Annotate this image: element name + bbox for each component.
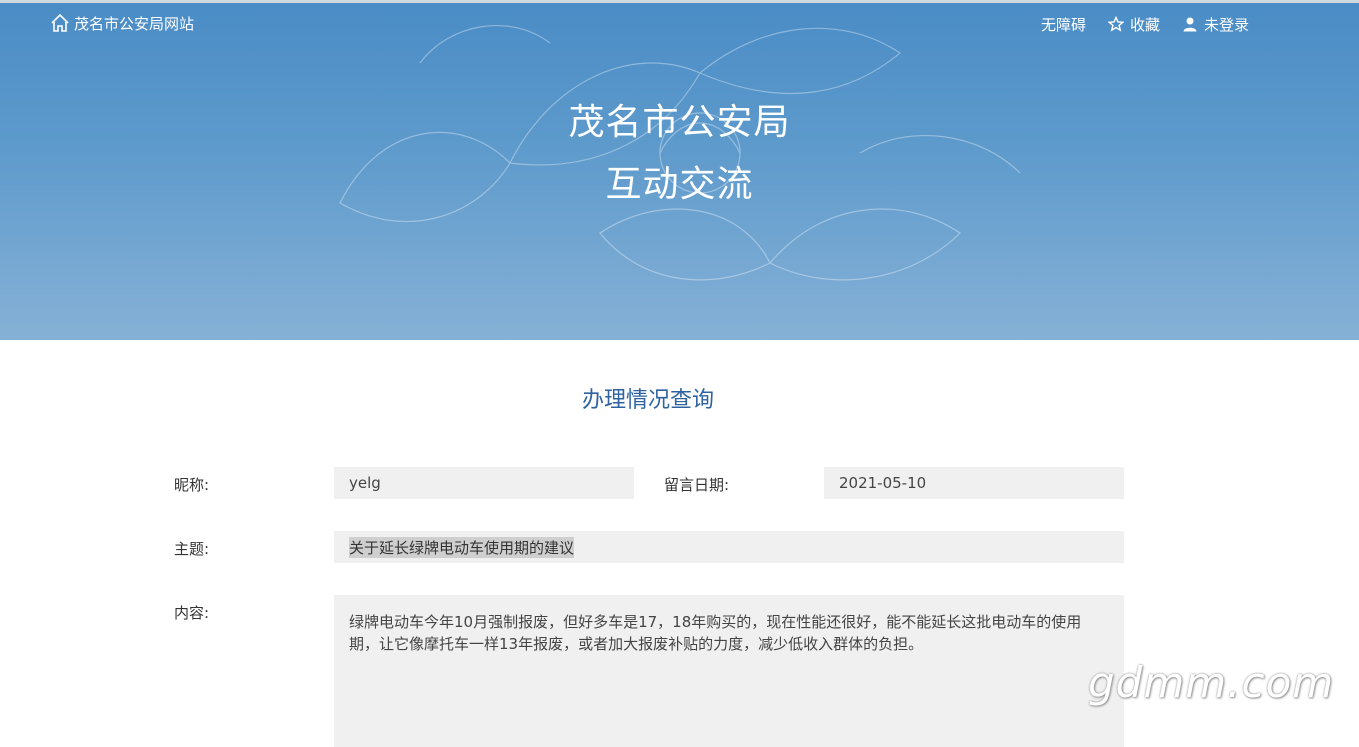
home-link[interactable]: 茂名市公安局网站 (50, 11, 194, 35)
login-link[interactable]: 未登录 (1182, 14, 1249, 35)
user-icon (1183, 17, 1197, 32)
date-value: 2021-05-10 (839, 474, 927, 492)
home-icon (51, 13, 69, 32)
accessibility-label: 无障碍 (1040, 15, 1086, 34)
page-title-line2: 互动交流 (605, 164, 754, 205)
nickname-field: yelg (334, 467, 634, 499)
watermark: gdmm.com (1088, 658, 1335, 707)
page-title-line1: 茂名市公安局 (568, 102, 791, 143)
date-field: 2021-05-10 (824, 467, 1124, 499)
accessibility-link[interactable]: 无障碍 (1041, 14, 1086, 35)
nickname-label: 昵称: (174, 476, 210, 494)
content-field: 绿牌电动车今年10月强制报废，但好多车是17，18年购买的，现在性能还很好，能不… (334, 595, 1124, 747)
content-label: 内容: (174, 604, 210, 622)
subject-field: 关于延长绿牌电动车使用期的建议 (334, 531, 1124, 563)
favorite-label: 收藏 (1129, 15, 1160, 34)
site-name: 茂名市公安局网站 (74, 14, 195, 33)
star-icon (1107, 16, 1124, 32)
section-title: 办理情况查询 (581, 388, 714, 413)
date-label: 留言日期: (664, 476, 730, 494)
subject-value: 关于延长绿牌电动车使用期的建议 (349, 536, 575, 558)
header-banner: 茂名市公安局网站 无障碍 收藏 未登录 茂名市公安局 互动交流 (0, 3, 1359, 340)
nickname-value: yelg (349, 474, 381, 492)
content-value: 绿牌电动车今年10月强制报废，但好多车是17，18年购买的，现在性能还很好，能不… (349, 613, 1082, 653)
favorite-link[interactable]: 收藏 (1107, 14, 1160, 35)
login-label: 未登录 (1203, 15, 1249, 34)
subject-label: 主题: (174, 540, 210, 558)
top-nav: 无障碍 收藏 未登录 (1041, 13, 1249, 35)
